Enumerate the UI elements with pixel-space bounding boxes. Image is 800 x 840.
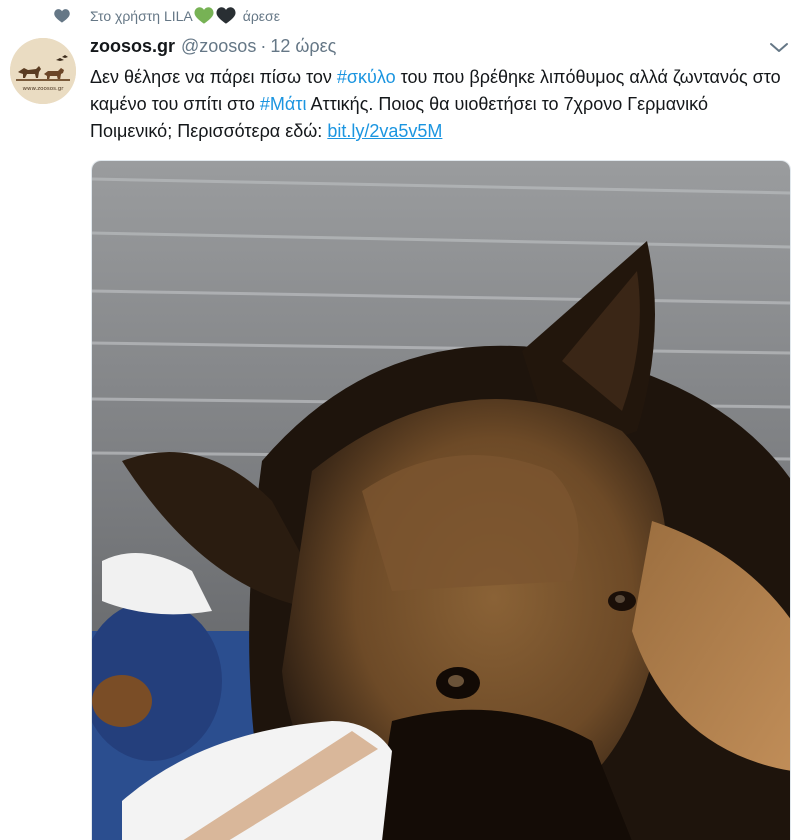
tweet-text: Δεν θέλησε να πάρει πίσω τον #σκύλο του … <box>90 64 790 145</box>
social-context-suffix: άρεσε <box>242 8 280 24</box>
hashtag-link[interactable]: #Μάτι <box>260 94 307 114</box>
tweet-header: zoosos.gr @zoosos · 12 ώρες <box>90 36 336 57</box>
chevron-down-icon[interactable] <box>768 38 790 56</box>
url-link[interactable]: bit.ly/2va5v5M <box>327 121 442 141</box>
tweet-text-part: Δεν θέλησε να πάρει πίσω τον <box>90 67 337 87</box>
handle[interactable]: @zoosos <box>181 36 256 57</box>
hashtag-link[interactable]: #σκύλο <box>337 67 396 87</box>
social-context: Στο χρήστη LILA άρεσε <box>54 6 280 27</box>
green-heart-icon <box>194 6 214 27</box>
separator: · <box>260 36 267 56</box>
social-context-prefix[interactable]: Στο χρήστη LILA <box>90 8 193 24</box>
avatar[interactable]: www.zoosos.gr <box>10 38 76 104</box>
heart-icon <box>54 8 70 26</box>
black-heart-icon <box>216 6 236 27</box>
display-name[interactable]: zoosos.gr <box>90 36 175 57</box>
timestamp[interactable]: 12 ώρες <box>270 36 336 57</box>
tweet-photo[interactable] <box>91 160 791 840</box>
avatar-label: www.zoosos.gr <box>23 86 65 92</box>
